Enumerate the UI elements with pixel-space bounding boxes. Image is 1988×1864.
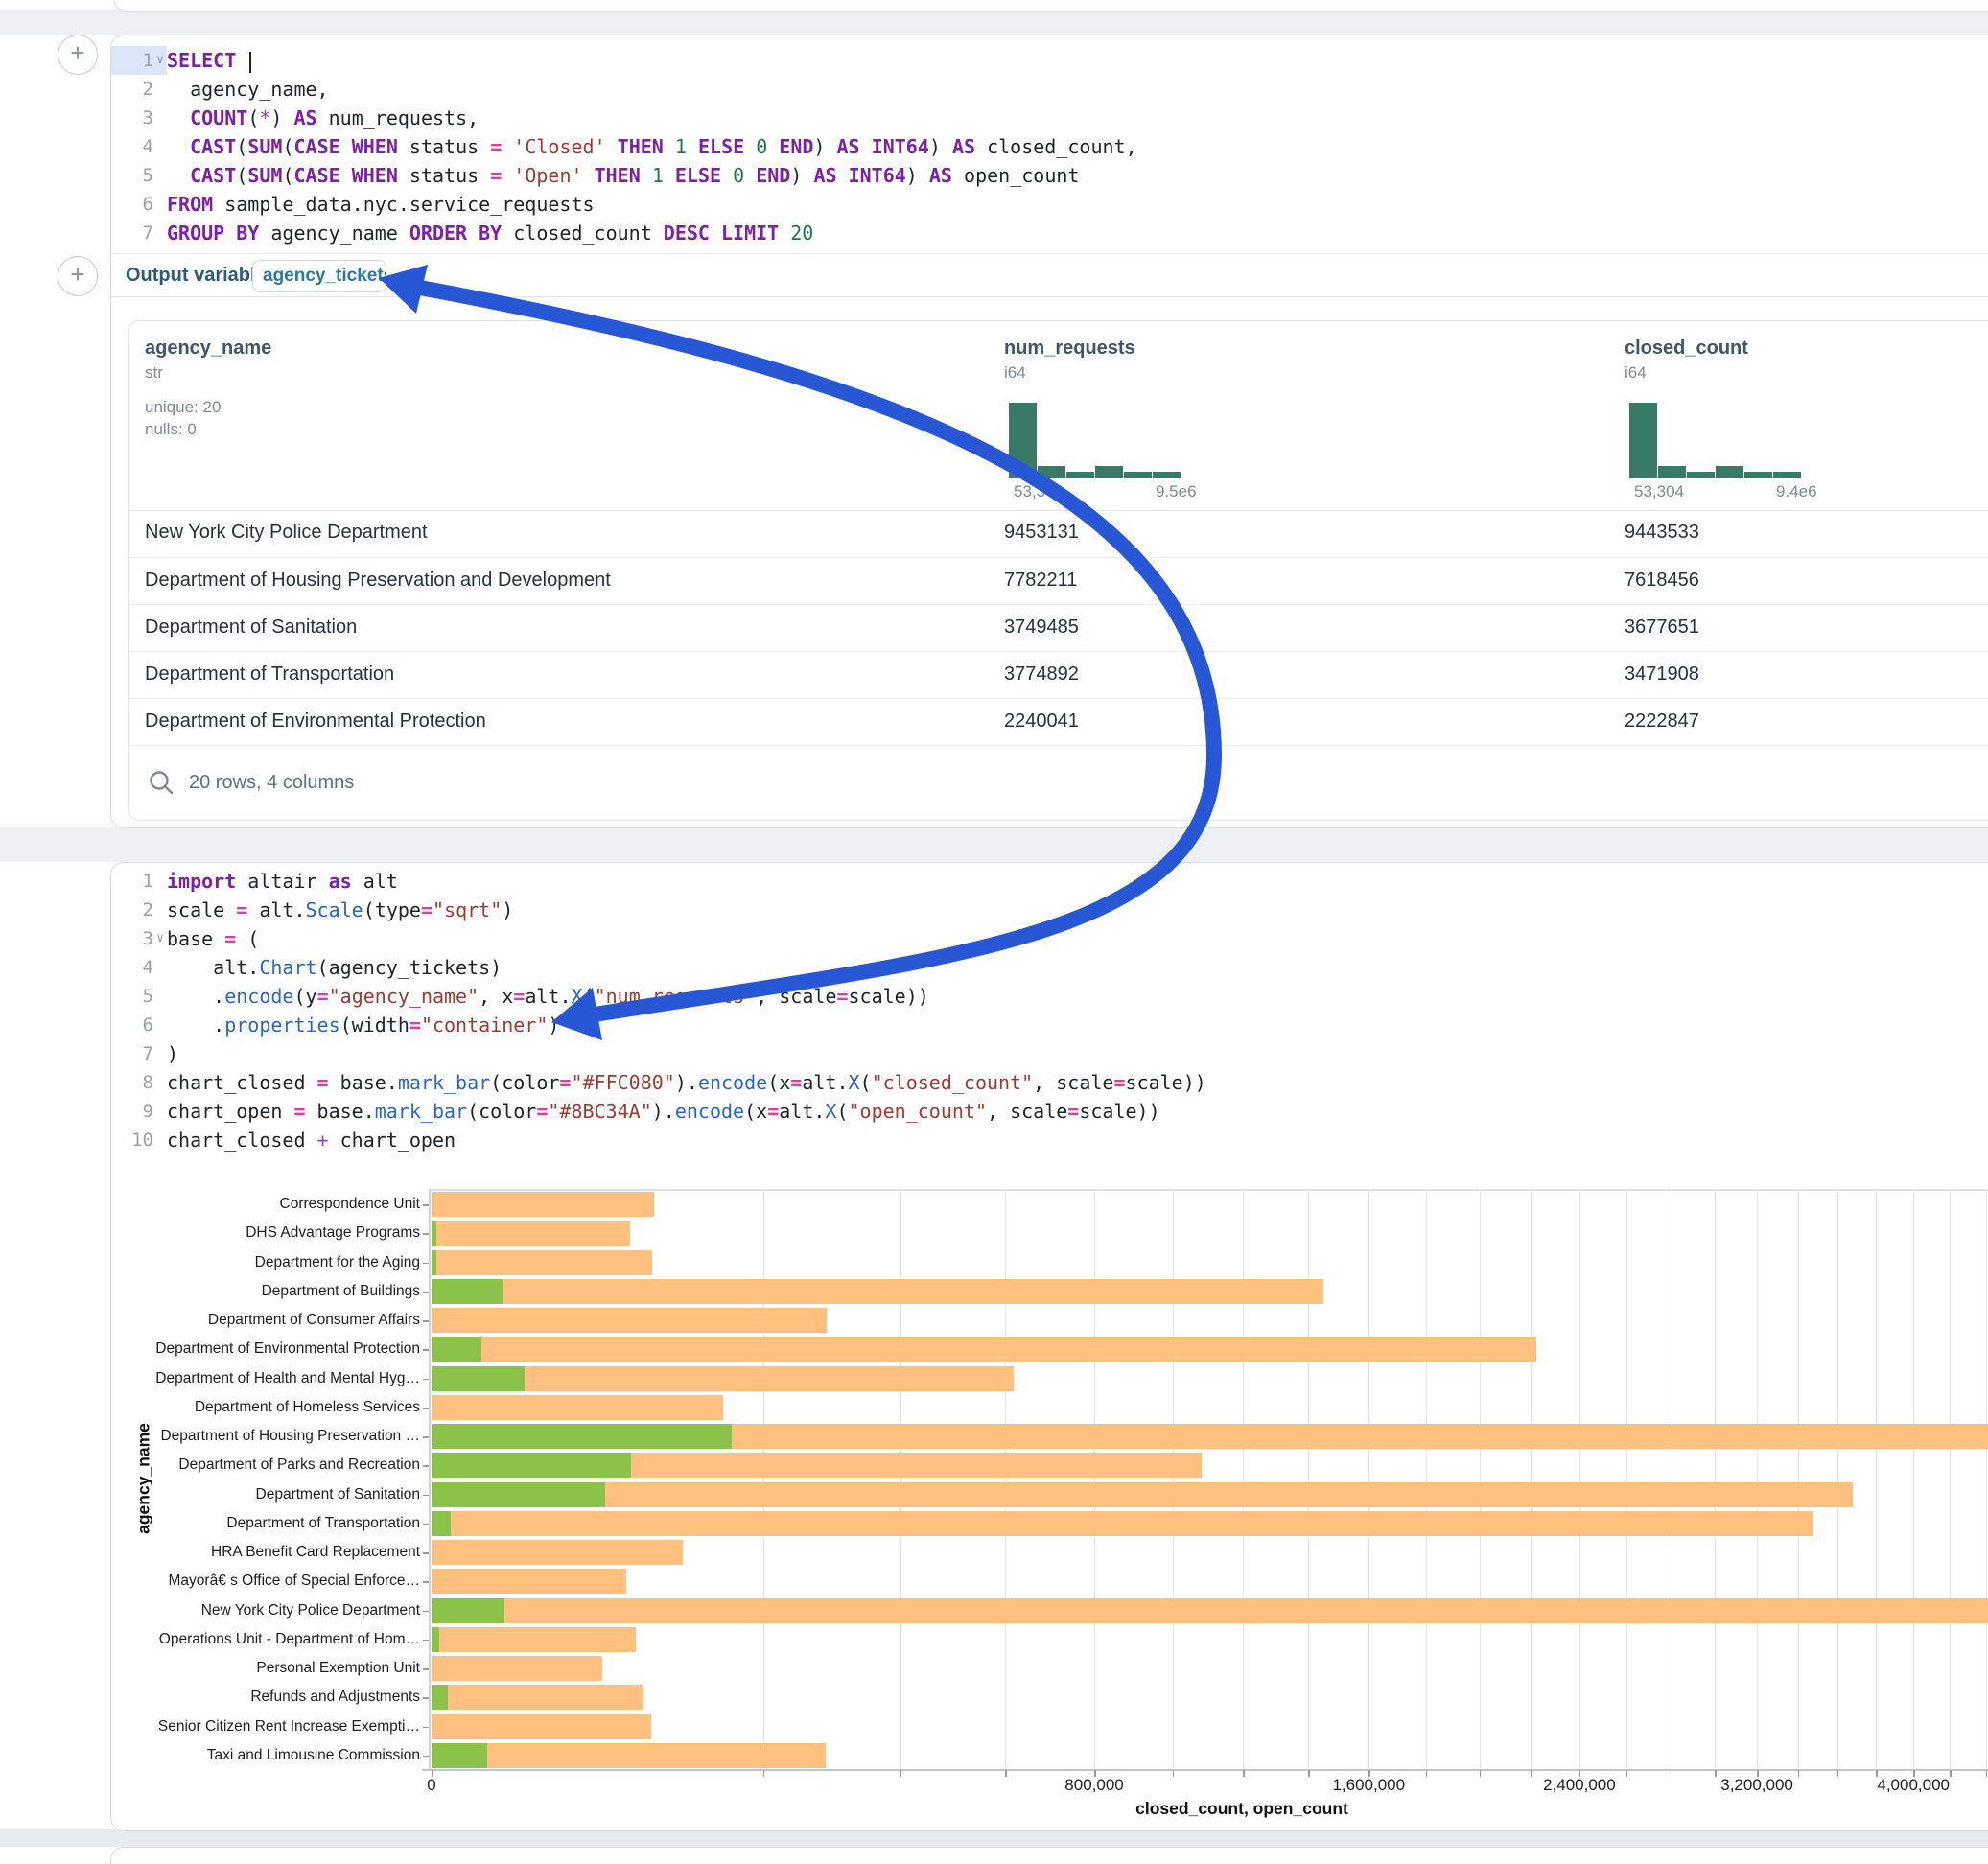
arrow-shaft xyxy=(420,288,1214,1014)
arrow-head-top xyxy=(379,265,428,314)
notebook-page: + + 1∨SELECT 2 agency_name,3 COUNT(*) AS… xyxy=(0,0,1988,1864)
annotation-arrow xyxy=(0,0,1988,1864)
arrow-head-bottom xyxy=(551,988,602,1040)
